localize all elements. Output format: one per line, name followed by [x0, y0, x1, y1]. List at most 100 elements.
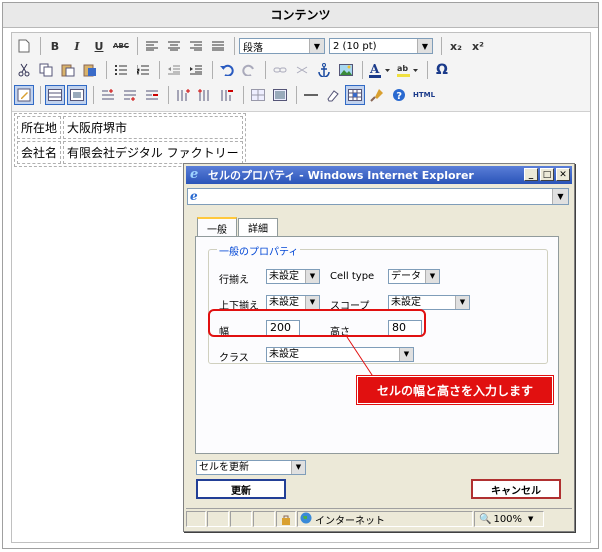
- bullet-list-icon[interactable]: [111, 60, 131, 80]
- align-left-icon[interactable]: [142, 36, 162, 56]
- toolbar-separator: [159, 61, 160, 79]
- svg-text:ab: ab: [397, 64, 408, 73]
- toolbar-separator: [137, 37, 138, 55]
- table-row: 会社名 有限会社デジタル ファクトリー: [17, 141, 243, 164]
- toolbar-separator: [243, 86, 244, 104]
- cleanup-icon[interactable]: [367, 85, 387, 105]
- numbered-list-icon[interactable]: [133, 60, 153, 80]
- zoom-indicator[interactable]: 🔍 100% ▼: [474, 511, 544, 527]
- image-icon[interactable]: [336, 60, 356, 80]
- zone-label: インターネット: [315, 515, 385, 527]
- dialog-title: セルのプロパティ - Windows Internet Explorer: [208, 169, 474, 182]
- cancel-button[interactable]: キャンセル: [471, 479, 561, 499]
- minimize-button[interactable]: _: [524, 168, 538, 181]
- col-after-icon[interactable]: [195, 85, 215, 105]
- delete-col-icon[interactable]: [217, 85, 237, 105]
- zoom-level: 100%: [493, 513, 523, 525]
- help-icon[interactable]: ?: [389, 85, 409, 105]
- table-row: 所在地 大阪府堺市: [17, 116, 243, 139]
- delete-row-icon[interactable]: [142, 85, 162, 105]
- font-size-select[interactable]: 2 (10 pt) ▼: [329, 38, 433, 54]
- outdent-icon[interactable]: [164, 60, 184, 80]
- table-icon[interactable]: [45, 85, 65, 105]
- new-document-icon[interactable]: [14, 36, 34, 56]
- address-bar[interactable]: e ▼: [187, 188, 569, 205]
- window-controls: _ □ ✕: [522, 168, 570, 181]
- italic-button[interactable]: I: [67, 36, 87, 56]
- link-icon[interactable]: [270, 60, 290, 80]
- toolbar-separator: [40, 37, 41, 55]
- special-char-button[interactable]: Ω: [432, 60, 452, 80]
- row-after-icon[interactable]: [120, 85, 140, 105]
- col-before-icon[interactable]: [173, 85, 193, 105]
- highlight-color-button[interactable]: ab: [395, 60, 421, 80]
- superscript-button[interactable]: x²: [468, 36, 488, 56]
- table-cell[interactable]: 会社名: [17, 141, 62, 164]
- strikethrough-button[interactable]: ABC: [111, 36, 131, 56]
- toolbar-separator: [93, 86, 94, 104]
- instruction-callout: セルの幅と高さを入力します: [357, 376, 553, 404]
- close-button[interactable]: ✕: [556, 168, 570, 181]
- toolbar-separator: [427, 61, 428, 79]
- toolbar-separator: [265, 61, 266, 79]
- cell-properties-icon[interactable]: [345, 85, 365, 105]
- horizontal-rule-icon[interactable]: [301, 85, 321, 105]
- split-cells-icon[interactable]: [248, 85, 268, 105]
- font-size-select-value: 2 (10 pt): [333, 40, 377, 52]
- format-select[interactable]: 段落 ▼: [239, 38, 325, 54]
- align-justify-icon[interactable]: [208, 36, 228, 56]
- panel-title: コンテンツ: [3, 3, 598, 28]
- dialog-body: 一般 詳細 一般のプロパティ 行揃え 未設定 ▼ Cell type データ ▼ 上…: [187, 208, 570, 504]
- table-cell[interactable]: 所在地: [17, 116, 62, 139]
- table-cell[interactable]: 有限会社デジタル ファクトリー: [63, 141, 243, 164]
- svg-text:?: ?: [396, 91, 402, 102]
- cut-icon[interactable]: [14, 60, 34, 80]
- svg-text:A: A: [369, 62, 380, 76]
- chevron-down-icon: ▼: [417, 39, 432, 53]
- toolbar-separator: [168, 86, 169, 104]
- toolbar-separator: [212, 61, 213, 79]
- dialog-title-bar: e セルのプロパティ - Windows Internet Explorer _…: [186, 166, 572, 184]
- zoom-icon: 🔍: [479, 513, 492, 525]
- edit-mode-icon[interactable]: [14, 85, 34, 105]
- toolbar-separator: [362, 61, 363, 79]
- status-cell: [230, 511, 252, 527]
- paste-icon[interactable]: [58, 60, 78, 80]
- table-properties-icon[interactable]: [67, 85, 87, 105]
- status-bar: インターネット 🔍 100% ▼: [186, 508, 572, 529]
- copy-icon[interactable]: [36, 60, 56, 80]
- chevron-down-icon[interactable]: ▼: [552, 189, 568, 204]
- table-cell[interactable]: 大阪府堺市: [63, 116, 243, 139]
- status-cell: [253, 511, 275, 527]
- toolbar-separator: [296, 86, 297, 104]
- toolbar-separator: [106, 61, 107, 79]
- remove-format-icon[interactable]: [323, 85, 343, 105]
- ie-page-icon: e: [190, 189, 198, 203]
- html-source-button[interactable]: HTML: [411, 85, 437, 105]
- indent-icon[interactable]: [186, 60, 206, 80]
- chevron-down-icon: ▼: [528, 515, 534, 523]
- unlink-icon[interactable]: [292, 60, 312, 80]
- underline-button[interactable]: U: [89, 36, 109, 56]
- bold-button[interactable]: B: [45, 36, 65, 56]
- row-before-icon[interactable]: [98, 85, 118, 105]
- zone-indicator: インターネット: [297, 511, 473, 527]
- font-color-button[interactable]: A: [367, 60, 393, 80]
- chevron-down-icon: ▼: [309, 39, 324, 53]
- format-select-value: 段落: [243, 42, 263, 54]
- undo-icon[interactable]: [217, 60, 237, 80]
- redo-icon[interactable]: [239, 60, 259, 80]
- paste-word-icon[interactable]: [80, 60, 100, 80]
- lock-icon: [276, 511, 296, 527]
- align-right-icon[interactable]: [186, 36, 206, 56]
- status-cell: [207, 511, 229, 527]
- anchor-icon[interactable]: [314, 60, 334, 80]
- subscript-button[interactable]: x₂: [446, 36, 466, 56]
- globe-icon: [300, 512, 312, 527]
- merge-cells-icon[interactable]: [270, 85, 290, 105]
- update-button[interactable]: 更新: [196, 479, 286, 499]
- action-select[interactable]: セルを更新 ▼: [196, 460, 306, 475]
- status-cell: [186, 511, 206, 527]
- maximize-button[interactable]: □: [540, 168, 554, 181]
- align-center-icon[interactable]: [164, 36, 184, 56]
